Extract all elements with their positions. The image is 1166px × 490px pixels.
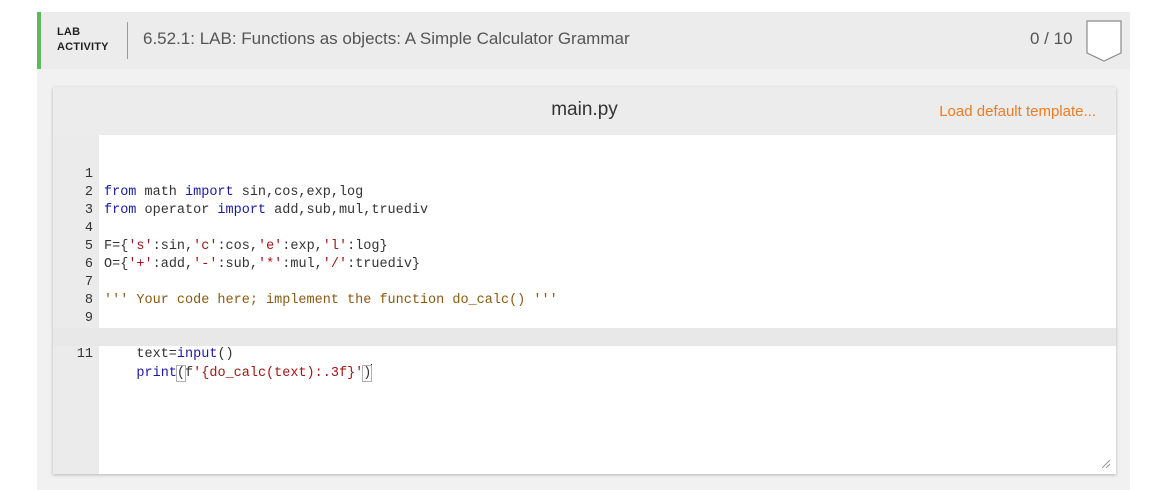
code-line[interactable]: 3	[53, 184, 1116, 218]
resize-handle-icon[interactable]	[1102, 460, 1110, 468]
activity-type-label: LAB ACTIVITY	[57, 25, 109, 55]
code-line[interactable]: 2 from operator import add,sub,mul,trued…	[53, 166, 1116, 218]
editor-header: main.py Load default template...	[53, 87, 1116, 135]
score-label: 0 / 10	[1030, 29, 1073, 48]
activity-title: 6.52.1: LAB: Functions as objects: A Sim…	[143, 29, 630, 48]
text-cursor	[371, 364, 373, 378]
line-number: 11	[76, 347, 93, 362]
activity-type-line2: ACTIVITY	[57, 41, 109, 53]
lab-header: LAB ACTIVITY 6.52.1: LAB: Functions as o…	[37, 12, 1130, 69]
code-line[interactable]: 8	[53, 274, 1116, 308]
activity-type-line1: LAB	[57, 26, 81, 38]
code-editor[interactable]: main.py Load default template... 1 from …	[53, 87, 1116, 474]
completion-badge-icon	[1086, 20, 1122, 62]
code-line-active[interactable]: 11 print(f'{do_calc(text):.3f}')	[53, 328, 1116, 382]
load-default-template-link[interactable]: Load default template...	[939, 103, 1096, 120]
code-line[interactable]: 7 ''' Your code here; implement the func…	[53, 256, 1116, 308]
code-area[interactable]: 1 from math import sin,cos,exp,log 2 fro…	[53, 148, 1116, 382]
code-line[interactable]: 5 O={'+':add,'-':sub,'*':mul,'/':truediv…	[53, 220, 1116, 272]
line-text[interactable]: text=input()	[104, 346, 233, 364]
code-line[interactable]: 10 text=input()	[53, 310, 1116, 362]
header-divider	[127, 22, 128, 59]
code-line[interactable]: 9 if __name__ == '__main__':	[53, 292, 1116, 344]
code-line[interactable]: 1 from math import sin,cos,exp,log	[53, 148, 1116, 200]
code-line[interactable]: 4 F={'s':sin,'c':cos,'e':exp,'l':log}	[53, 202, 1116, 254]
code-line[interactable]: 6	[53, 238, 1116, 272]
line-text[interactable]: print(f'{do_calc(text):.3f}')	[104, 364, 373, 383]
